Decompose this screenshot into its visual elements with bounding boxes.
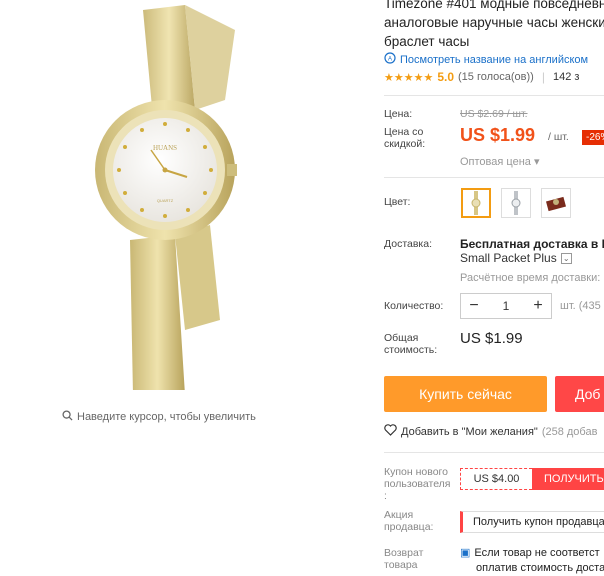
- product-info: Timezone #401 модные повседневные аналог…: [384, 0, 604, 576]
- total-label: Общая стоимость:: [384, 332, 438, 356]
- svg-text:A: A: [388, 57, 392, 63]
- color-label: Цвет:: [384, 196, 411, 208]
- delivery-method-select[interactable]: Small Packet Plus ⌄: [460, 251, 572, 265]
- wishlist-count: (258 добав: [541, 425, 598, 438]
- delivery-label: Доставка:: [384, 238, 433, 250]
- product-image[interactable]: HUANS QUARTZ: [75, 0, 295, 395]
- total-price: US $1.99: [460, 330, 523, 347]
- divider: [384, 95, 604, 96]
- quantity-stepper: − 1 +: [460, 293, 552, 319]
- zoom-hint-text: Наведите курсор, чтобы увеличить: [77, 411, 256, 423]
- rating-score: 5.0: [437, 70, 454, 84]
- new-user-coupon-label: Купон нового пользователя :: [384, 466, 451, 502]
- return-policy: ▣ Если товар не соответст оплатив стоимос…: [460, 546, 604, 576]
- price-unit: / шт.: [548, 131, 569, 143]
- watch-sub-text: QUARTZ: [157, 198, 174, 203]
- rating-separator: |: [541, 70, 545, 84]
- seller-promo-label: Акция продавца:: [384, 509, 434, 533]
- star-rating-icon: ★★★★★: [384, 71, 434, 84]
- quantity-increase-button[interactable]: +: [525, 297, 551, 315]
- price-label: Цена:: [384, 108, 413, 120]
- quantity-available: шт. (435: [560, 300, 601, 312]
- add-to-cart-button[interactable]: Доб: [555, 376, 604, 412]
- delivery-time: Расчётное время доставки:: [460, 272, 601, 284]
- product-gallery: HUANS QUARTZ Наведите курсор, чтобы увел…: [0, 0, 370, 576]
- discount-badge: -26%: [582, 130, 604, 145]
- return-text-1: Если товар не соответст: [474, 547, 600, 559]
- product-title: Timezone #401 модные повседневные аналог…: [384, 0, 604, 49]
- buy-now-button[interactable]: Купить сейчас: [384, 376, 547, 412]
- return-icon: ▣: [460, 547, 471, 559]
- watch-brand-text: HUANS: [153, 144, 177, 152]
- wishlist-text: Добавить в "Мои желания": [401, 425, 538, 438]
- orders-count: 142 з: [552, 71, 580, 83]
- delivery-main: Бесплатная доставка в Ru: [460, 237, 604, 251]
- divider: [384, 177, 604, 178]
- color-option-box[interactable]: [541, 188, 571, 218]
- seller-coupon-button[interactable]: Получить купон продавца: [460, 511, 604, 533]
- quantity-input[interactable]: 1: [487, 299, 525, 313]
- quantity-decrease-button[interactable]: −: [461, 297, 487, 315]
- new-user-coupon-amount: US $4.00: [460, 468, 532, 490]
- color-option-silver[interactable]: [501, 188, 531, 218]
- current-price: US $1.99: [460, 125, 536, 145]
- return-text-2: оплатив стоимость доставк: [476, 562, 604, 574]
- translate-link[interactable]: A Посмотреть название на английском: [384, 52, 588, 67]
- chevron-down-icon: ⌄: [560, 252, 572, 264]
- add-to-wishlist[interactable]: Добавить в "Мои желания" (258 добав: [384, 424, 597, 439]
- color-option-gold[interactable]: [461, 188, 491, 218]
- rating-row: ★★★★★ 5.0 (15 голоса(ов)) | 142 з: [384, 70, 579, 84]
- quantity-label: Количество:: [384, 300, 444, 312]
- rating-votes-link[interactable]: (15 голоса(ов)): [458, 71, 534, 83]
- delivery-method: Small Packet Plus: [460, 251, 557, 265]
- zoom-hint: Наведите курсор, чтобы увеличить: [62, 410, 256, 424]
- discount-price-label: Цена со скидкой:: [384, 126, 426, 150]
- old-price: US $2.69 / шт.: [460, 108, 528, 120]
- heart-icon: [384, 424, 397, 439]
- search-icon: [62, 410, 73, 424]
- translate-link-text: Посмотреть название на английском: [400, 53, 589, 66]
- return-label: Возврат товара: [384, 547, 424, 571]
- translate-icon: A: [384, 52, 396, 67]
- get-coupon-button[interactable]: ПОЛУЧИТЬ: [532, 468, 604, 490]
- wholesale-price-link[interactable]: Оптовая цена ▾: [460, 155, 539, 168]
- divider: [384, 452, 604, 453]
